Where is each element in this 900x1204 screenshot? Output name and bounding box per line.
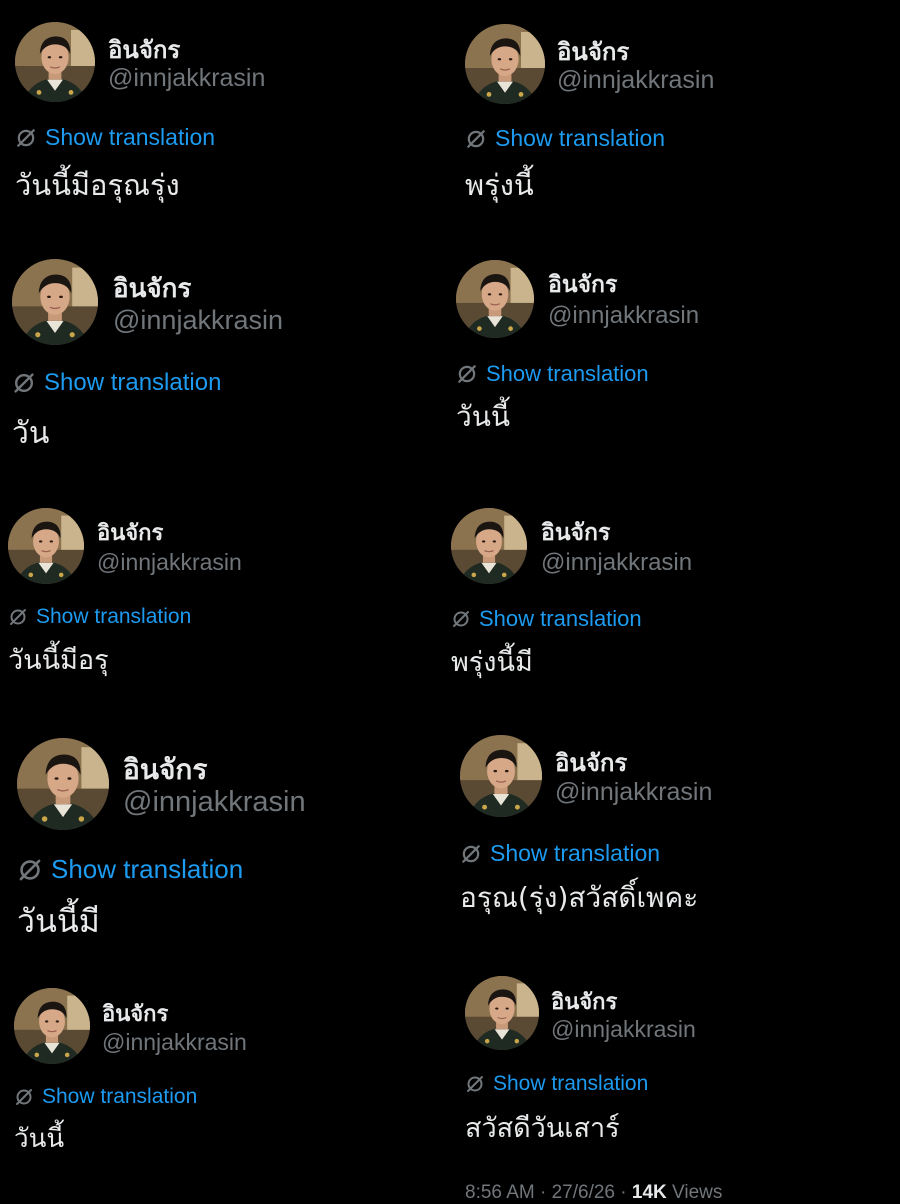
tweet-text: วันนี้: [14, 1124, 65, 1154]
avatar[interactable]: [17, 738, 109, 830]
translate-slash-icon: [456, 363, 478, 385]
display-name[interactable]: อินจักร: [541, 515, 610, 551]
tweet-text: พรุ่งนี้: [465, 168, 534, 202]
avatar[interactable]: [460, 735, 542, 817]
tweet-text: วัน: [12, 416, 50, 451]
show-translation-link[interactable]: Show translation: [465, 1072, 648, 1096]
avatar[interactable]: [465, 24, 545, 104]
show-translation-label: Show translation: [493, 1072, 649, 1095]
translate-slash-icon: [465, 1074, 485, 1094]
translate-slash-icon: [14, 1087, 34, 1107]
display-name[interactable]: อินจักร: [113, 268, 191, 309]
translate-slash-icon: [460, 843, 482, 865]
user-handle[interactable]: @innjakkrasin: [123, 786, 306, 819]
avatar[interactable]: [12, 259, 98, 345]
user-handle[interactable]: @innjakkrasin: [97, 549, 242, 576]
show-translation-label: Show translation: [486, 361, 649, 386]
tweet-text: สวัสดีวันเสาร์: [465, 1113, 620, 1144]
tweet-metadata: 8:56 AM · 27/6/26 · 14K Views: [465, 1182, 722, 1204]
show-translation-label: Show translation: [490, 840, 661, 866]
avatar[interactable]: [14, 988, 90, 1064]
display-name[interactable]: อินจักร: [102, 996, 168, 1031]
tweet-text: วันนี้มีอรุ: [8, 645, 109, 676]
show-translation-link[interactable]: Show translation: [12, 369, 221, 397]
translate-slash-icon: [15, 127, 37, 149]
display-name[interactable]: อินจักร: [97, 515, 163, 550]
user-handle[interactable]: @innjakkrasin: [555, 778, 712, 807]
show-translation-link[interactable]: Show translation: [15, 124, 215, 151]
avatar[interactable]: [451, 508, 527, 584]
show-translation-link[interactable]: Show translation: [14, 1085, 197, 1109]
user-handle[interactable]: @innjakkrasin: [548, 302, 699, 330]
show-translation-label: Show translation: [42, 1085, 198, 1108]
show-translation-link[interactable]: Show translation: [465, 125, 665, 152]
show-translation-label: Show translation: [44, 369, 222, 396]
show-translation-label: Show translation: [495, 125, 666, 151]
avatar[interactable]: [15, 22, 95, 102]
tweet-text: วันนี้มี: [17, 902, 100, 940]
user-handle[interactable]: @innjakkrasin: [108, 64, 265, 93]
translate-slash-icon: [451, 609, 471, 629]
user-handle[interactable]: @innjakkrasin: [551, 1016, 696, 1043]
translate-slash-icon: [8, 607, 28, 627]
tweet-text: อรุณ(รุ่ง)สวัสดิ์เพคะ: [460, 881, 699, 914]
translate-slash-icon: [12, 371, 36, 395]
user-handle[interactable]: @innjakkrasin: [541, 549, 692, 577]
avatar[interactable]: [8, 508, 84, 584]
avatar[interactable]: [456, 260, 534, 338]
show-translation-link[interactable]: Show translation: [8, 605, 191, 629]
show-translation-label: Show translation: [36, 605, 192, 628]
tweet-text: วันนี้มีอรุณรุ่ง: [15, 168, 180, 202]
show-translation-link[interactable]: Show translation: [456, 361, 649, 387]
display-name[interactable]: อินจักร: [555, 743, 627, 782]
user-handle[interactable]: @innjakkrasin: [113, 305, 283, 336]
tweet-text: วันนี้: [456, 400, 511, 433]
display-name[interactable]: อินจักร: [548, 267, 617, 303]
tweet-text: พรุ่งนี้มี: [451, 647, 533, 678]
show-translation-link[interactable]: Show translation: [460, 840, 660, 867]
show-translation-link[interactable]: Show translation: [451, 606, 642, 632]
avatar[interactable]: [465, 976, 539, 1050]
show-translation-label: Show translation: [51, 854, 244, 884]
translate-slash-icon: [465, 128, 487, 150]
show-translation-label: Show translation: [45, 124, 216, 150]
user-handle[interactable]: @innjakkrasin: [102, 1029, 247, 1056]
user-handle[interactable]: @innjakkrasin: [557, 66, 714, 95]
show-translation-link[interactable]: Show translation: [17, 854, 243, 885]
show-translation-label: Show translation: [479, 606, 642, 631]
translate-slash-icon: [17, 857, 43, 883]
display-name[interactable]: อินจักร: [551, 984, 617, 1019]
